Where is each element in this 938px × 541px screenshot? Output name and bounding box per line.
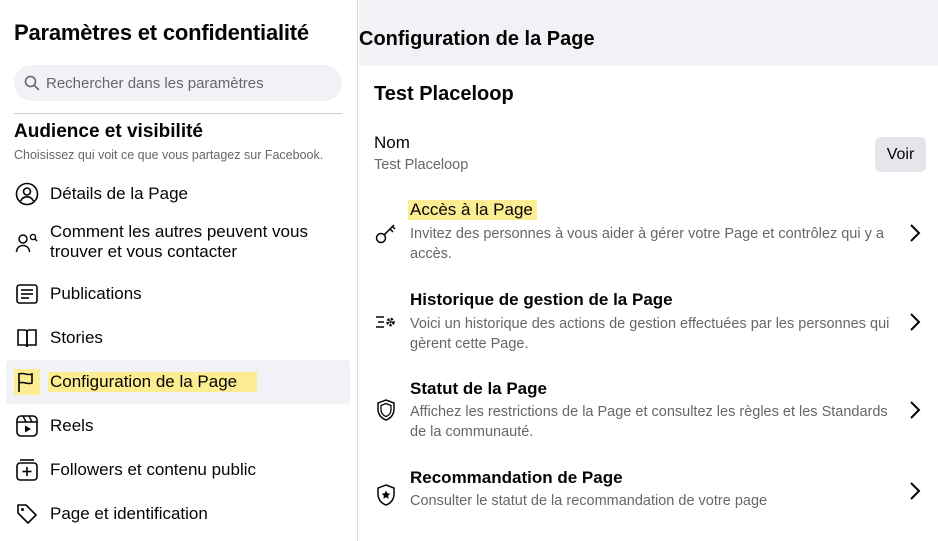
setting-row-desc: Voici un historique des actions de gesti… bbox=[410, 316, 890, 352]
sidebar-item-label: Followers et contenu public bbox=[50, 460, 257, 479]
sidebar-item-label: Configuration de la Page bbox=[48, 372, 258, 392]
settings-list-icon bbox=[373, 310, 399, 336]
chevron-right-icon bbox=[910, 313, 921, 331]
chevron-right-icon bbox=[910, 401, 921, 419]
user-circle-icon bbox=[14, 181, 40, 207]
tag-icon bbox=[14, 501, 40, 527]
sidebar-item-label: Comment les autres peuvent vous trouver … bbox=[50, 222, 308, 261]
sidebar-item-followers[interactable]: Followers et contenu public bbox=[6, 454, 350, 486]
setting-row-title: Recommandation de Page bbox=[410, 468, 623, 487]
flag-icon bbox=[14, 369, 40, 395]
people-search-icon bbox=[14, 230, 40, 256]
sidebar-item-label: Détails de la Page bbox=[50, 184, 188, 203]
sidebar-item-label: Publications bbox=[50, 284, 142, 303]
setting-row-title: Accès à la Page bbox=[408, 200, 537, 220]
section-subtitle: Choisissez qui voit ce que vous partagez… bbox=[14, 148, 324, 162]
section-title: Audience et visibilité bbox=[14, 121, 203, 142]
settings-sidebar: Paramètres et confidentialité Audience e… bbox=[0, 0, 358, 541]
setting-row-page-access[interactable]: Accès à la Page Invitez des personnes à … bbox=[359, 192, 938, 272]
shield-star-icon bbox=[373, 482, 399, 508]
sidebar-item-label: Stories bbox=[50, 328, 103, 347]
setting-row-page-recommendation[interactable]: Recommandation de Page Consulter le stat… bbox=[359, 460, 938, 540]
sidebar-item-page-configuration[interactable]: Configuration de la Page bbox=[6, 360, 350, 404]
setting-row-title: Historique de gestion de la Page bbox=[410, 290, 673, 309]
search-icon bbox=[24, 75, 40, 91]
card-title: Test Placeloop bbox=[374, 83, 514, 105]
setting-row-title: Statut de la Page bbox=[410, 379, 547, 398]
book-icon bbox=[14, 325, 40, 351]
setting-row-desc: Consulter le statut de la recommandation… bbox=[410, 493, 768, 509]
sidebar-item-stories[interactable]: Stories bbox=[6, 322, 350, 354]
page-title: Configuration de la Page bbox=[359, 28, 595, 50]
plus-square-icon bbox=[14, 457, 40, 483]
voir-button[interactable]: Voir bbox=[875, 137, 926, 172]
name-value: Test Placeloop bbox=[374, 157, 469, 173]
setting-row-page-status[interactable]: Statut de la Page Affichez les restricti… bbox=[359, 371, 938, 451]
name-label: Nom bbox=[374, 133, 410, 152]
setting-row-desc: Invitez des personnes à vous aider à gér… bbox=[410, 226, 884, 262]
sidebar-item-label: Page et identification bbox=[50, 504, 208, 523]
sidebar-divider bbox=[14, 113, 342, 114]
key-icon bbox=[373, 220, 399, 246]
sidebar-item-reels[interactable]: Reels bbox=[6, 410, 350, 442]
setting-row-desc: Affichez les restrictions de la Page et … bbox=[410, 404, 888, 440]
reels-icon bbox=[14, 413, 40, 439]
search-input[interactable] bbox=[46, 74, 336, 92]
sidebar-item-label: Reels bbox=[50, 416, 94, 435]
shield-icon bbox=[373, 397, 399, 423]
sidebar-item-publications[interactable]: Publications bbox=[6, 278, 350, 310]
sidebar-item-find-contact[interactable]: Comment les autres peuvent vous trouver … bbox=[6, 222, 350, 266]
sidebar-item-page-details[interactable]: Détails de la Page bbox=[6, 178, 350, 210]
chevron-right-icon bbox=[910, 482, 921, 500]
posts-icon bbox=[14, 281, 40, 307]
chevron-right-icon bbox=[910, 224, 921, 242]
sidebar-item-page-tagging[interactable]: Page et identification bbox=[6, 498, 350, 530]
settings-card: Test Placeloop Nom Test Placeloop Voir A… bbox=[359, 66, 938, 541]
search-box[interactable] bbox=[14, 65, 342, 101]
setting-row-management-history[interactable]: Historique de gestion de la Page Voici u… bbox=[359, 282, 938, 362]
main-header: Configuration de la Page bbox=[359, 4, 938, 66]
main-panel: Configuration de la Page Test Placeloop … bbox=[359, 0, 938, 541]
sidebar-title: Paramètres et confidentialité bbox=[14, 20, 309, 45]
